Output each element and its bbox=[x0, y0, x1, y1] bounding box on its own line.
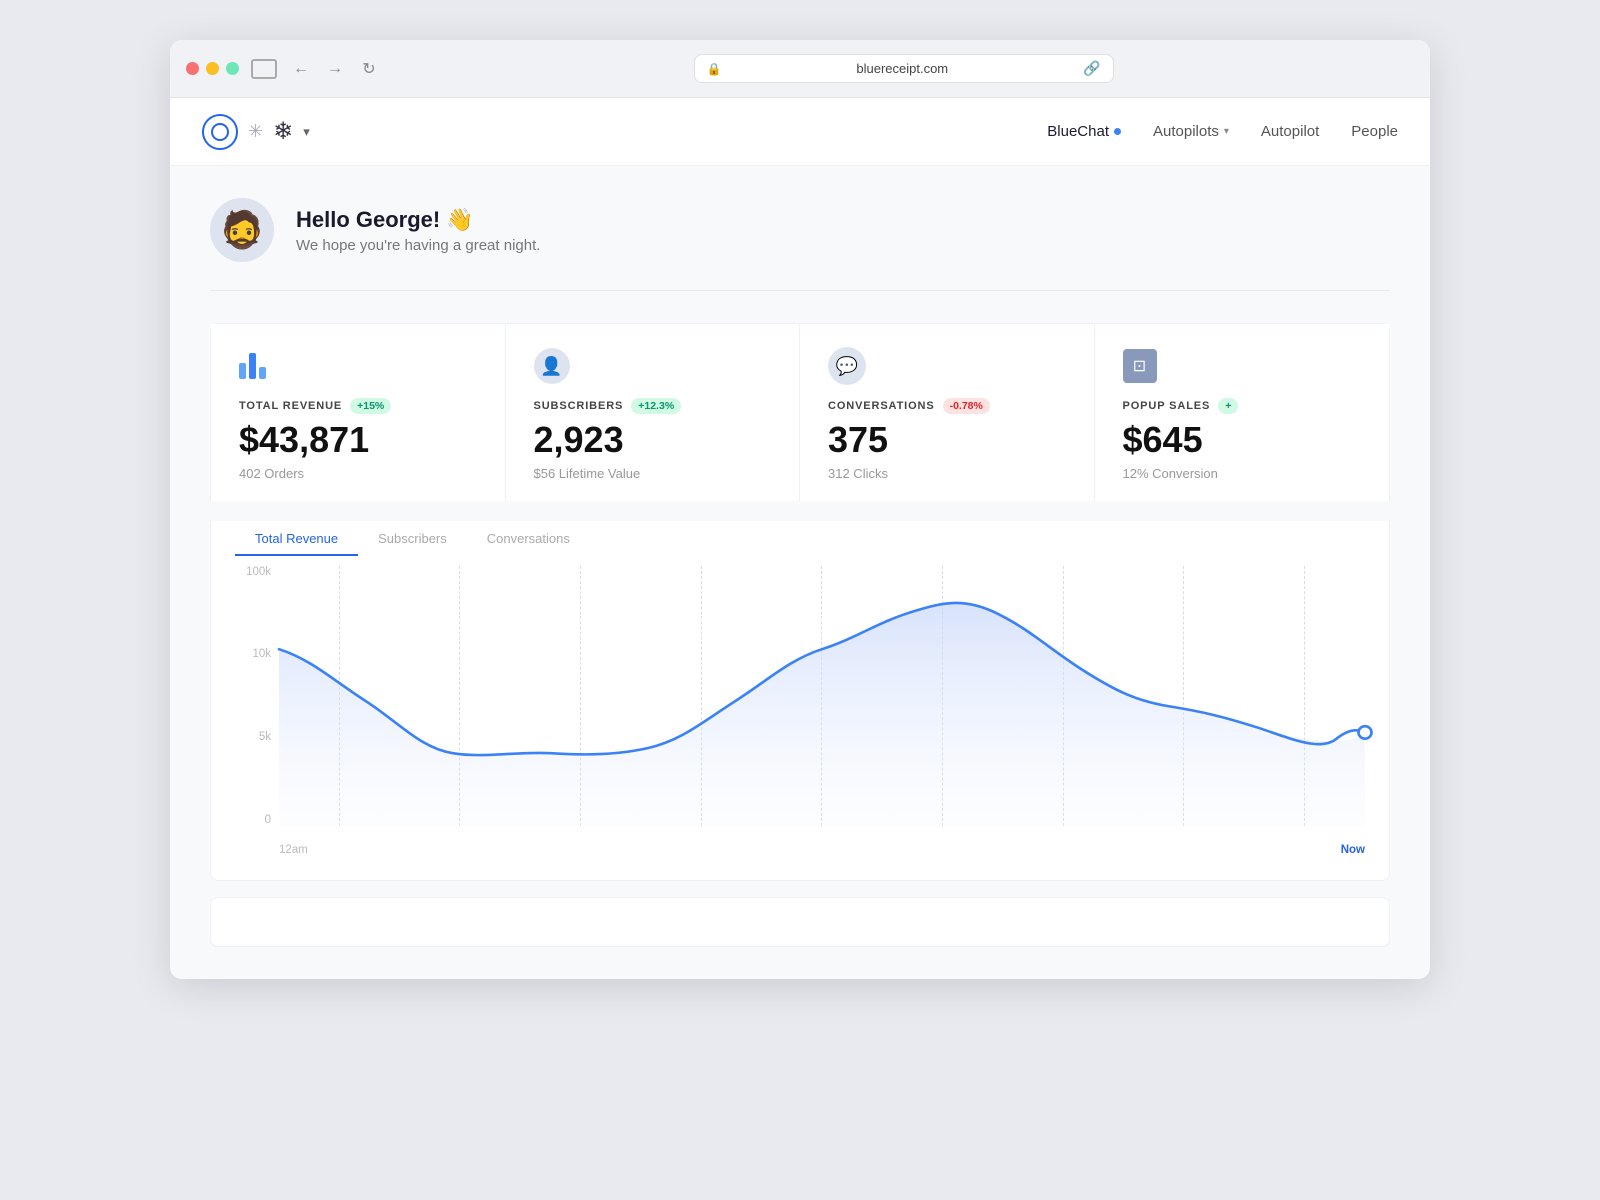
chevron-down-icon[interactable]: ▾ bbox=[303, 124, 310, 140]
stat-label-row-conversations: CONVERSATIONS -0.78% bbox=[828, 398, 1066, 414]
chart-tab-conversations[interactable]: Conversations bbox=[467, 521, 590, 556]
y-label-100k: 100k bbox=[235, 566, 271, 578]
chart-tab-row: Total Revenue Subscribers Conversations bbox=[235, 521, 1365, 556]
x-axis: 12am Now bbox=[279, 844, 1365, 856]
y-label-10k: 10k bbox=[235, 648, 271, 660]
chart-endpoint-dot bbox=[1358, 726, 1371, 738]
stat-label-row-popup: POPUP SALES + bbox=[1123, 398, 1362, 414]
address-bar[interactable]: 🔒 bluereceipt.com 🔗 bbox=[694, 54, 1114, 83]
chart-container: 100k 10k 5k 0 bbox=[235, 556, 1365, 856]
autopilots-chevron: ▾ bbox=[1224, 126, 1229, 137]
stat-badge-revenue: +15% bbox=[350, 398, 391, 414]
stat-card-revenue: TOTAL REVENUE +15% $43,871 402 Orders bbox=[211, 324, 506, 501]
app-navbar: ✳ ❄ ▾ BlueChat Autopilots ▾ Autopilot Pe… bbox=[170, 98, 1430, 166]
stat-value-revenue: $43,871 bbox=[239, 420, 477, 460]
y-label-5k: 5k bbox=[235, 731, 271, 743]
bottom-card bbox=[210, 897, 1390, 947]
browser-nav: ← → ↻ bbox=[289, 57, 381, 81]
browser-dots bbox=[186, 62, 239, 75]
bar-chart-icon bbox=[239, 353, 266, 379]
link-icon: 🔗 bbox=[1083, 60, 1100, 77]
stat-value-conversations: 375 bbox=[828, 420, 1066, 460]
stat-icon-conversations: 💬 bbox=[828, 348, 1066, 384]
stat-icon-revenue bbox=[239, 348, 477, 384]
x-label-now: Now bbox=[1341, 844, 1365, 856]
stats-row: TOTAL REVENUE +15% $43,871 402 Orders 👤 … bbox=[211, 324, 1389, 501]
stat-card-popup: ⊡ POPUP SALES + $645 12% Conversion bbox=[1095, 324, 1390, 501]
chart-tab-revenue[interactable]: Total Revenue bbox=[235, 521, 358, 556]
stat-label-subscribers: SUBSCRIBERS bbox=[534, 400, 624, 412]
y-label-0: 0 bbox=[235, 814, 271, 826]
snowflake-icon: ❄ bbox=[273, 117, 293, 146]
asterisk-icon: ✳ bbox=[248, 121, 263, 142]
nav-autopilots[interactable]: Autopilots ▾ bbox=[1153, 119, 1229, 144]
stat-label-popup: POPUP SALES bbox=[1123, 400, 1211, 412]
dot-red[interactable] bbox=[186, 62, 199, 75]
back-button[interactable]: ← bbox=[289, 57, 313, 81]
forward-button[interactable]: → bbox=[323, 57, 347, 81]
greeting-text: Hello George! 👋 We hope you're having a … bbox=[296, 207, 540, 254]
nav-autopilot[interactable]: Autopilot bbox=[1261, 119, 1319, 144]
stat-value-subscribers: 2,923 bbox=[534, 420, 772, 460]
greeting-title: Hello George! 👋 bbox=[296, 207, 540, 233]
tab-icon bbox=[251, 59, 277, 79]
stat-label-revenue: TOTAL REVENUE bbox=[239, 400, 342, 412]
bluechat-badge bbox=[1114, 128, 1121, 135]
main-nav: BlueChat Autopilots ▾ Autopilot People bbox=[1047, 119, 1398, 144]
browser-window: ← → ↻ 🔒 bluereceipt.com 🔗 ✳ ❄ ▾ BlueChat bbox=[170, 40, 1430, 979]
dot-yellow[interactable] bbox=[206, 62, 219, 75]
app-logo-area: ✳ ❄ ▾ bbox=[202, 114, 310, 150]
stat-sub-subscribers: $56 Lifetime Value bbox=[534, 466, 772, 481]
logo-inner bbox=[211, 123, 229, 141]
app-logo[interactable] bbox=[202, 114, 238, 150]
x-label-12am: 12am bbox=[279, 844, 308, 856]
stat-icon-popup: ⊡ bbox=[1123, 348, 1362, 384]
stat-sub-popup: 12% Conversion bbox=[1123, 466, 1362, 481]
stat-label-row-revenue: TOTAL REVENUE +15% bbox=[239, 398, 477, 414]
chart-section: Total Revenue Subscribers Conversations … bbox=[210, 521, 1390, 881]
nav-bluechat[interactable]: BlueChat bbox=[1047, 119, 1121, 144]
chart-tab-subscribers[interactable]: Subscribers bbox=[358, 521, 467, 556]
nav-people[interactable]: People bbox=[1351, 119, 1398, 144]
lock-icon: 🔒 bbox=[707, 62, 722, 76]
url-text: bluereceipt.com bbox=[729, 61, 1075, 76]
stat-card-conversations: 💬 CONVERSATIONS -0.78% 375 312 Clicks bbox=[800, 324, 1095, 501]
main-content: 🧔 Hello George! 👋 We hope you're having … bbox=[170, 166, 1430, 979]
stat-badge-conversations: -0.78% bbox=[943, 398, 990, 414]
stat-sub-conversations: 312 Clicks bbox=[828, 466, 1066, 481]
greeting-subtitle: We hope you're having a great night. bbox=[296, 237, 540, 254]
stat-value-popup: $645 bbox=[1123, 420, 1362, 460]
stat-sub-revenue: 402 Orders bbox=[239, 466, 477, 481]
stat-card-subscribers: 👤 SUBSCRIBERS +12.3% 2,923 $56 Lifetime … bbox=[506, 324, 801, 501]
chart-area-fill bbox=[279, 603, 1365, 826]
stat-badge-popup: + bbox=[1218, 398, 1238, 414]
greeting-section: 🧔 Hello George! 👋 We hope you're having … bbox=[210, 198, 1390, 291]
browser-chrome: ← → ↻ 🔒 bluereceipt.com 🔗 bbox=[170, 40, 1430, 98]
refresh-button[interactable]: ↻ bbox=[357, 57, 381, 81]
chart-svg-area bbox=[279, 566, 1365, 826]
stat-icon-subscribers: 👤 bbox=[534, 348, 772, 384]
line-chart-svg bbox=[279, 566, 1365, 826]
stat-label-conversations: CONVERSATIONS bbox=[828, 400, 935, 412]
stat-badge-subscribers: +12.3% bbox=[631, 398, 681, 414]
dot-green[interactable] bbox=[226, 62, 239, 75]
avatar: 🧔 bbox=[210, 198, 274, 262]
y-axis: 100k 10k 5k 0 bbox=[235, 566, 279, 826]
stat-label-row-subscribers: SUBSCRIBERS +12.3% bbox=[534, 398, 772, 414]
